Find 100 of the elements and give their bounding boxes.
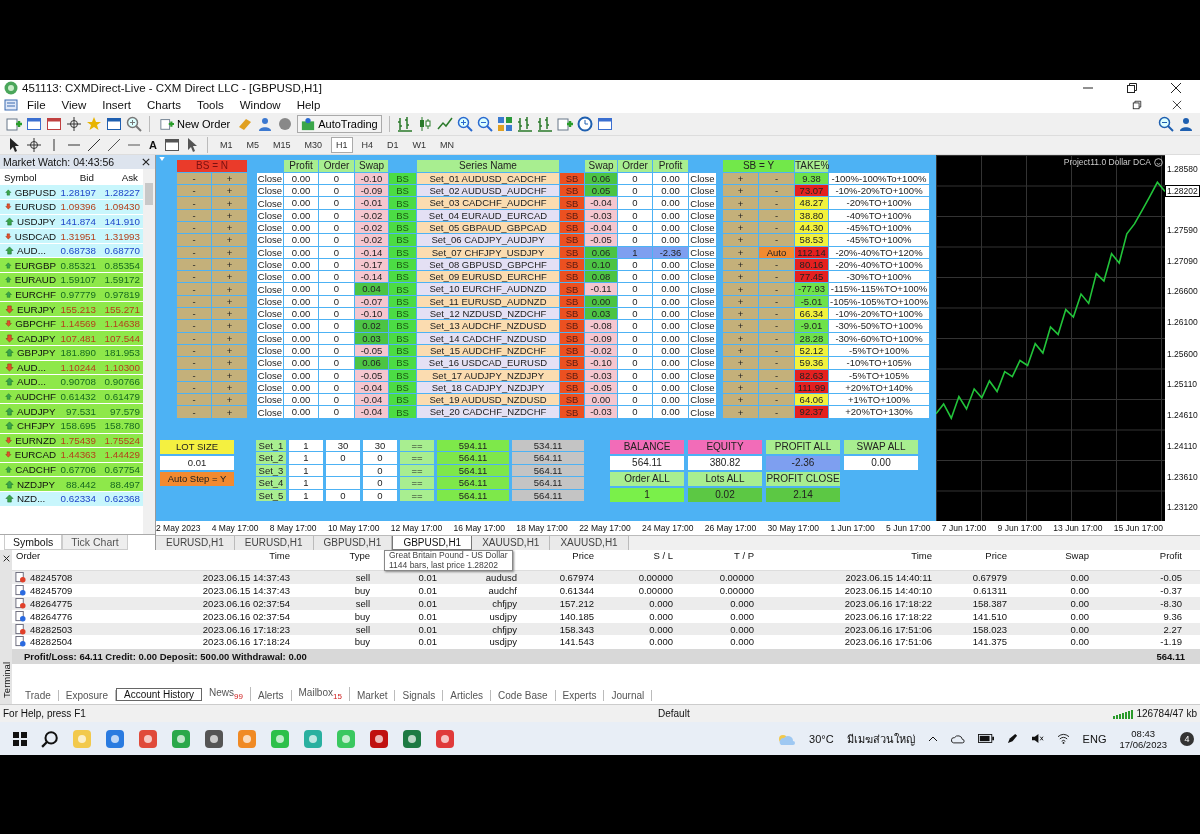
restore-icon[interactable] bbox=[1126, 82, 1138, 95]
timeframe-button[interactable]: MN bbox=[435, 137, 460, 154]
sb-button[interactable]: SB bbox=[560, 221, 584, 234]
chart-tab[interactable]: EURUSD,H1 bbox=[156, 535, 235, 551]
auto-button[interactable]: Auto bbox=[759, 246, 794, 258]
plus-button[interactable]: + bbox=[212, 320, 247, 332]
minus-button[interactable]: - bbox=[177, 197, 211, 209]
minus-button[interactable]: - bbox=[759, 406, 794, 418]
close-button[interactable]: Close bbox=[257, 246, 283, 258]
minus-button[interactable]: - bbox=[177, 185, 211, 197]
close-button[interactable]: Close bbox=[689, 197, 716, 209]
plus-button[interactable]: + bbox=[212, 381, 247, 394]
timeframe-button[interactable]: H4 bbox=[356, 137, 379, 154]
minus-button[interactable]: - bbox=[759, 394, 794, 406]
plus-button[interactable]: + bbox=[212, 357, 247, 369]
minus-button[interactable]: - bbox=[759, 209, 794, 221]
close-button[interactable]: Close bbox=[689, 308, 716, 320]
sb-button[interactable]: SB bbox=[560, 344, 584, 357]
symbol-row[interactable]: AUD... 0.90708 0.90766 bbox=[0, 375, 143, 390]
bs-button[interactable]: BS bbox=[389, 209, 416, 221]
menu-item[interactable]: Help bbox=[289, 98, 328, 111]
symbol-row[interactable]: EURUSD 1.09396 1.09430 bbox=[0, 200, 143, 215]
close-button[interactable]: Close bbox=[689, 209, 716, 221]
symbol-row[interactable]: EURGBP 0.85321 0.85354 bbox=[0, 258, 143, 274]
bs-button[interactable]: BS bbox=[389, 357, 416, 369]
terminal-tab[interactable]: Experts bbox=[555, 690, 605, 702]
symbol-row[interactable]: USDCAD 1.31951 1.31993 bbox=[0, 229, 143, 244]
sb-button[interactable]: SB bbox=[560, 283, 584, 295]
symbol-row[interactable]: NZDJPY 88.442 88.497 bbox=[0, 477, 143, 492]
terminal-tab[interactable]: Code Base bbox=[491, 690, 556, 702]
terminal-tab[interactable]: Signals bbox=[395, 690, 444, 702]
close-button[interactable]: Close bbox=[257, 406, 283, 418]
sb-button[interactable]: SB bbox=[560, 320, 584, 332]
zoom-out-icon[interactable] bbox=[476, 115, 493, 132]
minus-button[interactable]: - bbox=[177, 295, 211, 308]
symbol-row[interactable]: EURAUD 1.59107 1.59172 bbox=[0, 273, 143, 288]
column-header[interactable]: Order bbox=[12, 550, 114, 562]
windows-icon[interactable] bbox=[12, 730, 28, 747]
scrollbar[interactable] bbox=[143, 169, 155, 535]
set-value-cell[interactable] bbox=[326, 477, 360, 489]
record-icon[interactable] bbox=[369, 728, 389, 749]
person-icon[interactable] bbox=[257, 115, 274, 132]
minus-button[interactable]: - bbox=[177, 406, 211, 418]
terminal-tab[interactable]: Alerts bbox=[250, 690, 292, 702]
tab[interactable]: Tick Chart bbox=[62, 535, 128, 551]
close-button[interactable]: Close bbox=[689, 295, 716, 308]
sb-button[interactable]: SB bbox=[560, 369, 584, 381]
chart-tab[interactable]: EURUSD,H1 bbox=[234, 535, 314, 551]
column-header[interactable]: Bid bbox=[56, 171, 98, 183]
set-value-cell[interactable]: 0 bbox=[363, 464, 397, 477]
minus-button[interactable]: - bbox=[759, 221, 794, 234]
minus-button[interactable]: - bbox=[759, 381, 794, 394]
set-value-cell[interactable]: 0 bbox=[363, 452, 397, 464]
plus-button[interactable]: + bbox=[212, 234, 247, 246]
chart-tab[interactable]: GBPUSD,H1 bbox=[392, 535, 473, 551]
close-button[interactable]: Close bbox=[689, 344, 716, 357]
close-button[interactable]: Close bbox=[689, 332, 716, 344]
minus-button[interactable]: - bbox=[759, 234, 794, 246]
plus-button[interactable]: + bbox=[212, 197, 247, 209]
plus-button[interactable]: + bbox=[723, 271, 758, 283]
close-button[interactable]: Close bbox=[257, 234, 283, 246]
minus-button[interactable]: - bbox=[177, 209, 211, 221]
set-value-cell[interactable]: 1 bbox=[289, 439, 323, 452]
plus-button[interactable]: + bbox=[723, 172, 758, 185]
close-button[interactable]: Close bbox=[257, 308, 283, 320]
terminal-tab[interactable]: News$_{99}$ bbox=[202, 687, 251, 702]
column-header[interactable]: Time bbox=[114, 550, 292, 562]
close-button[interactable]: Close bbox=[257, 283, 283, 295]
timeframe-button[interactable]: W1 bbox=[407, 137, 432, 154]
column-header[interactable]: Type bbox=[292, 550, 372, 562]
bs-button[interactable]: BS bbox=[389, 344, 416, 357]
plus-button[interactable]: + bbox=[212, 258, 247, 271]
set-value-cell[interactable]: 1 bbox=[289, 477, 323, 489]
bs-button[interactable]: BS bbox=[389, 283, 416, 295]
minus-button[interactable]: - bbox=[759, 369, 794, 381]
column-header[interactable]: Profit bbox=[1091, 550, 1184, 562]
text-tool[interactable]: A bbox=[146, 139, 160, 152]
menu-item[interactable]: Window bbox=[232, 98, 288, 111]
minus-button[interactable]: - bbox=[177, 246, 211, 258]
plus-button[interactable]: + bbox=[212, 283, 247, 295]
chart-tab[interactable]: XAUUSD,H1 bbox=[550, 535, 629, 551]
plus-button[interactable]: + bbox=[723, 406, 758, 418]
timeframe-button[interactable]: M30 bbox=[299, 137, 327, 154]
close-button[interactable]: Close bbox=[689, 258, 716, 271]
crosshair-icon[interactable] bbox=[26, 137, 42, 154]
sb-button[interactable]: SB bbox=[560, 185, 584, 197]
plus-button[interactable]: + bbox=[723, 381, 758, 394]
sb-button[interactable]: SB bbox=[560, 172, 584, 185]
plus-button[interactable]: + bbox=[723, 344, 758, 357]
speaker-muted-icon[interactable] bbox=[1030, 733, 1044, 745]
terminal-tab[interactable]: Account History bbox=[116, 688, 203, 702]
close-button[interactable]: Close bbox=[257, 394, 283, 406]
bs-button[interactable]: BS bbox=[389, 369, 416, 381]
sb-button[interactable]: SB bbox=[560, 295, 584, 308]
timeframe-button[interactable]: H1 bbox=[331, 137, 353, 154]
minus-button[interactable]: - bbox=[177, 369, 211, 381]
plus-button[interactable]: + bbox=[723, 283, 758, 295]
symbol-row[interactable]: CADJPY 107.481 107.544 bbox=[0, 331, 143, 346]
minus-button[interactable]: - bbox=[759, 283, 794, 295]
close-button[interactable]: Close bbox=[257, 357, 283, 369]
